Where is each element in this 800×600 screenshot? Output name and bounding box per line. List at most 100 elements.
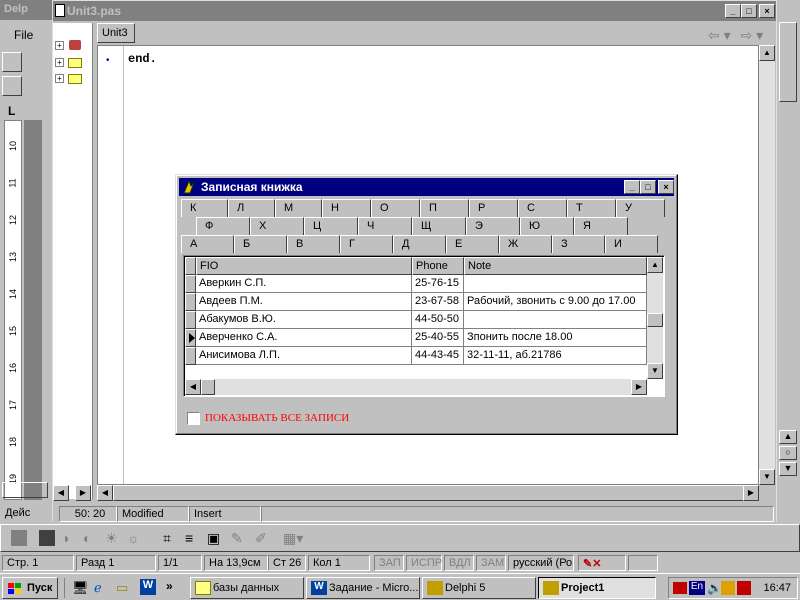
- tab-letter[interactable]: Э: [466, 217, 520, 235]
- scroll-right-icon[interactable]: ▶: [631, 379, 647, 395]
- tray-app-icon[interactable]: [673, 582, 687, 594]
- tab-letter[interactable]: Ф: [196, 217, 250, 235]
- spelling-status-icon[interactable]: ✎✕: [578, 555, 626, 571]
- fill-icon[interactable]: [39, 530, 55, 546]
- prev-page-icon[interactable]: ▲: [779, 430, 797, 444]
- contacts-grid[interactable]: FIO Phone Note Аверкин С.П. 25-76-15 Авдеев П…: [183, 255, 665, 397]
- scroll-up-icon[interactable]: ▲: [647, 257, 663, 273]
- task-button-project1[interactable]: Project1: [538, 577, 656, 599]
- row-indicator[interactable]: [185, 347, 196, 365]
- start-button[interactable]: Пуск: [2, 577, 58, 599]
- picture-icon[interactable]: [11, 530, 27, 546]
- grid-vertical-scrollbar[interactable]: ▲ ▼: [647, 257, 663, 379]
- tray-antivirus-icon[interactable]: [737, 581, 751, 595]
- minimize-icon[interactable]: _: [624, 180, 640, 194]
- internet-explorer-icon[interactable]: ℯ: [94, 580, 102, 596]
- cell-phone[interactable]: 25-76-15: [412, 275, 464, 293]
- row-indicator[interactable]: [185, 329, 196, 347]
- editor-nav-arrows[interactable]: ⇦ ▾ ⇨ ▾: [708, 27, 774, 43]
- cell-phone[interactable]: 23-67-58: [412, 293, 464, 311]
- word-icon[interactable]: W: [140, 579, 156, 595]
- tab-letter[interactable]: М: [275, 199, 322, 217]
- grid-horizontal-scrollbar[interactable]: ◀ ▶: [185, 379, 647, 395]
- clock[interactable]: 16:47: [763, 582, 791, 594]
- task-button-word[interactable]: W Задание - Micro...: [306, 577, 420, 599]
- back-arrow-icon[interactable]: ⇦ ▾: [708, 27, 731, 43]
- cell-phone[interactable]: 25-40-55: [412, 329, 464, 347]
- tab-letter[interactable]: Б: [234, 235, 287, 253]
- cell-note[interactable]: [464, 311, 647, 329]
- tree-hscroll[interactable]: ◀ ▶: [53, 485, 93, 501]
- ovr-indicator[interactable]: ЗАМ: [476, 555, 506, 571]
- tree-item[interactable]: +: [55, 56, 91, 70]
- tab-letter[interactable]: С: [518, 199, 567, 217]
- tab-letter[interactable]: Д: [393, 235, 446, 253]
- cell-note[interactable]: Зпонить после 18.00: [464, 329, 647, 347]
- scroll-left-icon[interactable]: ◀: [97, 485, 113, 501]
- scroll-left-icon[interactable]: ◀: [53, 485, 69, 501]
- maximize-icon[interactable]: □: [741, 4, 757, 18]
- maximize-icon[interactable]: □: [640, 180, 656, 194]
- editor-horizontal-scrollbar[interactable]: ◀ ▶: [97, 485, 759, 501]
- contrast-icon[interactable]: ◐: [83, 530, 99, 546]
- language-icon[interactable]: En: [689, 581, 705, 595]
- close-icon[interactable]: ×: [658, 180, 674, 194]
- scroll-right-icon[interactable]: ▶: [75, 485, 91, 501]
- brightness-icon[interactable]: ◑: [61, 530, 77, 546]
- tab-unit3[interactable]: Unit3: [97, 23, 135, 43]
- volume-icon[interactable]: 🔈: [707, 581, 722, 595]
- row-indicator[interactable]: [185, 311, 196, 329]
- dialog-title-bar[interactable]: Записная книжка _ □ ×: [179, 178, 674, 196]
- tab-letter[interactable]: Ч: [358, 217, 412, 235]
- brightness-less-icon[interactable]: ☼: [127, 530, 143, 546]
- view-buttons[interactable]: [2, 482, 48, 498]
- editor-vertical-scrollbar[interactable]: ▲ ▼: [759, 45, 775, 485]
- select-browse-object-icon[interactable]: ○: [779, 446, 797, 460]
- tab-letter[interactable]: К: [181, 199, 228, 217]
- scroll-down-icon[interactable]: ▼: [759, 469, 775, 485]
- cell-fio[interactable]: Аверкин С.П.: [196, 275, 412, 293]
- tab-letter[interactable]: О: [371, 199, 420, 217]
- more-quicklaunch[interactable]: »: [166, 579, 173, 593]
- forward-arrow-icon[interactable]: ⇨ ▾: [741, 27, 764, 43]
- scroll-right-icon[interactable]: ▶: [743, 485, 759, 501]
- cell-fio[interactable]: Аверченко С.А.: [196, 329, 412, 347]
- task-button-databases[interactable]: базы данных: [190, 577, 304, 599]
- crop-icon[interactable]: ⌗: [163, 530, 179, 546]
- tab-letter[interactable]: З: [552, 235, 605, 253]
- folder-icon[interactable]: ▭: [116, 580, 128, 596]
- tab-letter[interactable]: Ж: [499, 235, 552, 253]
- new-document-icon[interactable]: [2, 52, 22, 72]
- cell-fio[interactable]: Авдеев П.М.: [196, 293, 412, 311]
- tab-letter[interactable]: П: [420, 199, 469, 217]
- minimize-icon[interactable]: _: [725, 4, 741, 18]
- editor-title-bar[interactable]: Unit3.pas _ □ ×: [53, 1, 776, 21]
- contrast-less-icon[interactable]: ☀: [105, 530, 121, 546]
- scroll-thumb[interactable]: [201, 379, 215, 395]
- word-scroll-thumb[interactable]: [779, 22, 797, 102]
- tab-letter[interactable]: Ю: [520, 217, 574, 235]
- cell-note[interactable]: [464, 275, 647, 293]
- trk-indicator[interactable]: ИСПР: [406, 555, 442, 571]
- row-indicator[interactable]: [185, 275, 196, 293]
- tray-tool-icon[interactable]: [721, 581, 735, 595]
- cell-phone[interactable]: 44-43-45: [412, 347, 464, 365]
- tab-letter[interactable]: Е: [446, 235, 499, 253]
- language-indicator[interactable]: русский (Ро: [508, 555, 574, 571]
- tab-letter[interactable]: Н: [322, 199, 371, 217]
- reset-picture-icon[interactable]: ▦▾: [283, 530, 303, 546]
- tree-item[interactable]: +: [55, 39, 91, 53]
- column-header[interactable]: Note: [464, 257, 647, 275]
- ext-indicator[interactable]: ВДЛ: [444, 555, 474, 571]
- cell-phone[interactable]: 44-50-50: [412, 311, 464, 329]
- format-picture-icon[interactable]: ✎: [231, 530, 247, 546]
- tab-letter[interactable]: Щ: [412, 217, 466, 235]
- scroll-down-icon[interactable]: ▼: [647, 363, 663, 379]
- scroll-left-icon[interactable]: ◀: [185, 379, 201, 395]
- tree-item[interactable]: +: [55, 72, 91, 86]
- tab-letter[interactable]: У: [616, 199, 665, 217]
- tab-letter[interactable]: Т: [567, 199, 616, 217]
- column-header[interactable]: FIO: [196, 257, 412, 275]
- menu-file[interactable]: File: [14, 28, 33, 42]
- set-transparent-icon[interactable]: ✐: [255, 530, 271, 546]
